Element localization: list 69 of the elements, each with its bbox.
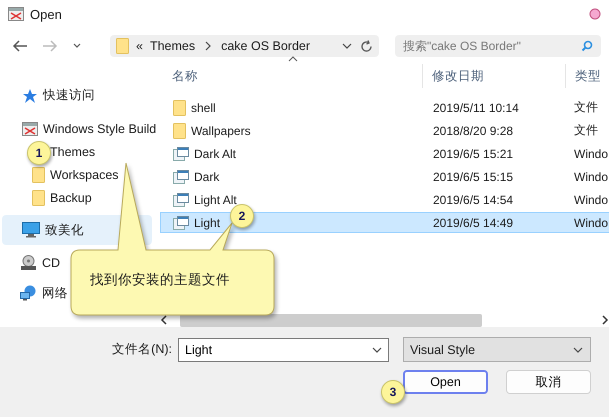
date-cell-text: 2019/6/5 15:21 bbox=[432, 146, 514, 160]
column-header[interactable]: 修改日期 bbox=[422, 64, 565, 88]
file-row[interactable]: Dark Alt 2019/6/5 15:21 Windo bbox=[160, 143, 609, 164]
monitor-icon bbox=[22, 222, 40, 238]
file-name: shell bbox=[191, 100, 216, 114]
type-cell-text: Windo bbox=[573, 216, 606, 230]
app-icon bbox=[22, 120, 38, 136]
file-name: Light Alt bbox=[194, 192, 237, 206]
column-header[interactable]: 名称 bbox=[160, 64, 422, 88]
app-icon bbox=[8, 6, 24, 22]
folder-icon bbox=[32, 166, 45, 182]
date-cell-text: 2019/6/5 15:15 bbox=[432, 170, 514, 184]
window-title: Open bbox=[30, 6, 63, 22]
date-cell-text: 2018/8/20 9:28 bbox=[432, 124, 514, 138]
file-name: Wallpapers bbox=[191, 124, 251, 138]
breadcrumb[interactable]: Themes bbox=[150, 39, 196, 53]
sidebar-item[interactable]: CD bbox=[20, 248, 60, 278]
chevron-icon bbox=[72, 42, 82, 50]
sidebar-item[interactable]: 网络 bbox=[20, 278, 68, 308]
filename-field[interactable]: Light bbox=[178, 338, 389, 362]
file-name: Dark Alt bbox=[194, 146, 236, 160]
type-cell-text: 文件 bbox=[573, 122, 599, 139]
sidebar-item[interactable]: 快速访问 bbox=[22, 84, 95, 107]
column-header[interactable]: 类型 bbox=[565, 64, 605, 88]
back-arrow-icon bbox=[12, 39, 28, 53]
filename-label: 文件名(N): bbox=[112, 341, 172, 358]
search-icon bbox=[581, 40, 593, 52]
step-badge: 1 bbox=[27, 141, 51, 165]
star-icon bbox=[22, 88, 38, 104]
dialog-button[interactable]: 取消 bbox=[506, 370, 591, 394]
date-cell-text: 2019/6/5 14:49 bbox=[432, 216, 514, 230]
folder-icon bbox=[116, 38, 129, 54]
type-cell-text: Windo bbox=[573, 192, 606, 206]
file-row[interactable]: Wallpapers 2018/8/20 9:28 文件 bbox=[160, 120, 609, 141]
sidebar-item[interactable]: Workspaces bbox=[32, 163, 119, 186]
step-badge: 2 bbox=[230, 204, 254, 228]
window-icon bbox=[173, 216, 189, 230]
type-cell-text: Windo bbox=[573, 170, 606, 184]
file-row[interactable]: shell 2019/5/11 10:14 文件 bbox=[160, 97, 609, 118]
sidebar-item[interactable]: Windows Style Build bbox=[22, 117, 156, 140]
scroll-left-icon[interactable] bbox=[160, 315, 168, 325]
search-field[interactable]: 搜索"cake OS Border" bbox=[395, 35, 601, 57]
file-row[interactable]: Dark 2019/6/5 15:15 Windo bbox=[160, 166, 609, 187]
window-icon bbox=[173, 170, 189, 184]
callout-text: 找到你安装的主题文件 bbox=[90, 271, 230, 289]
breadcrumb[interactable]: cake OS Border bbox=[221, 39, 310, 53]
window-icon bbox=[173, 192, 189, 206]
forward-arrow-icon bbox=[42, 39, 58, 53]
file-name: Light bbox=[194, 216, 220, 230]
date-cell-text: 2019/6/5 14:54 bbox=[432, 192, 514, 206]
folder-icon bbox=[173, 122, 186, 138]
overflow-crumb[interactable]: « bbox=[136, 39, 143, 53]
folder-icon bbox=[32, 190, 45, 206]
type-cell-text: Windo bbox=[573, 146, 606, 160]
network-icon bbox=[20, 285, 37, 301]
sidebar-item[interactable]: Backup bbox=[32, 186, 92, 209]
file-type-dropdown[interactable]: Visual Style bbox=[403, 337, 591, 362]
refresh-icon[interactable] bbox=[360, 40, 373, 52]
disc-drive-icon bbox=[20, 255, 37, 271]
default-button[interactable]: Open bbox=[403, 370, 488, 394]
scroll-right-icon[interactable] bbox=[601, 315, 609, 325]
type-cell-text: 文件 bbox=[573, 99, 599, 116]
folder-icon bbox=[173, 100, 186, 116]
scrollbar-thumb[interactable] bbox=[180, 314, 482, 326]
file-name: Dark bbox=[194, 170, 220, 184]
address-bar[interactable]: « Themes cake OS Border bbox=[110, 35, 379, 57]
close-icon[interactable] bbox=[589, 8, 601, 20]
date-cell-text: 2019/5/11 10:14 bbox=[432, 100, 520, 114]
window-icon bbox=[173, 146, 189, 160]
